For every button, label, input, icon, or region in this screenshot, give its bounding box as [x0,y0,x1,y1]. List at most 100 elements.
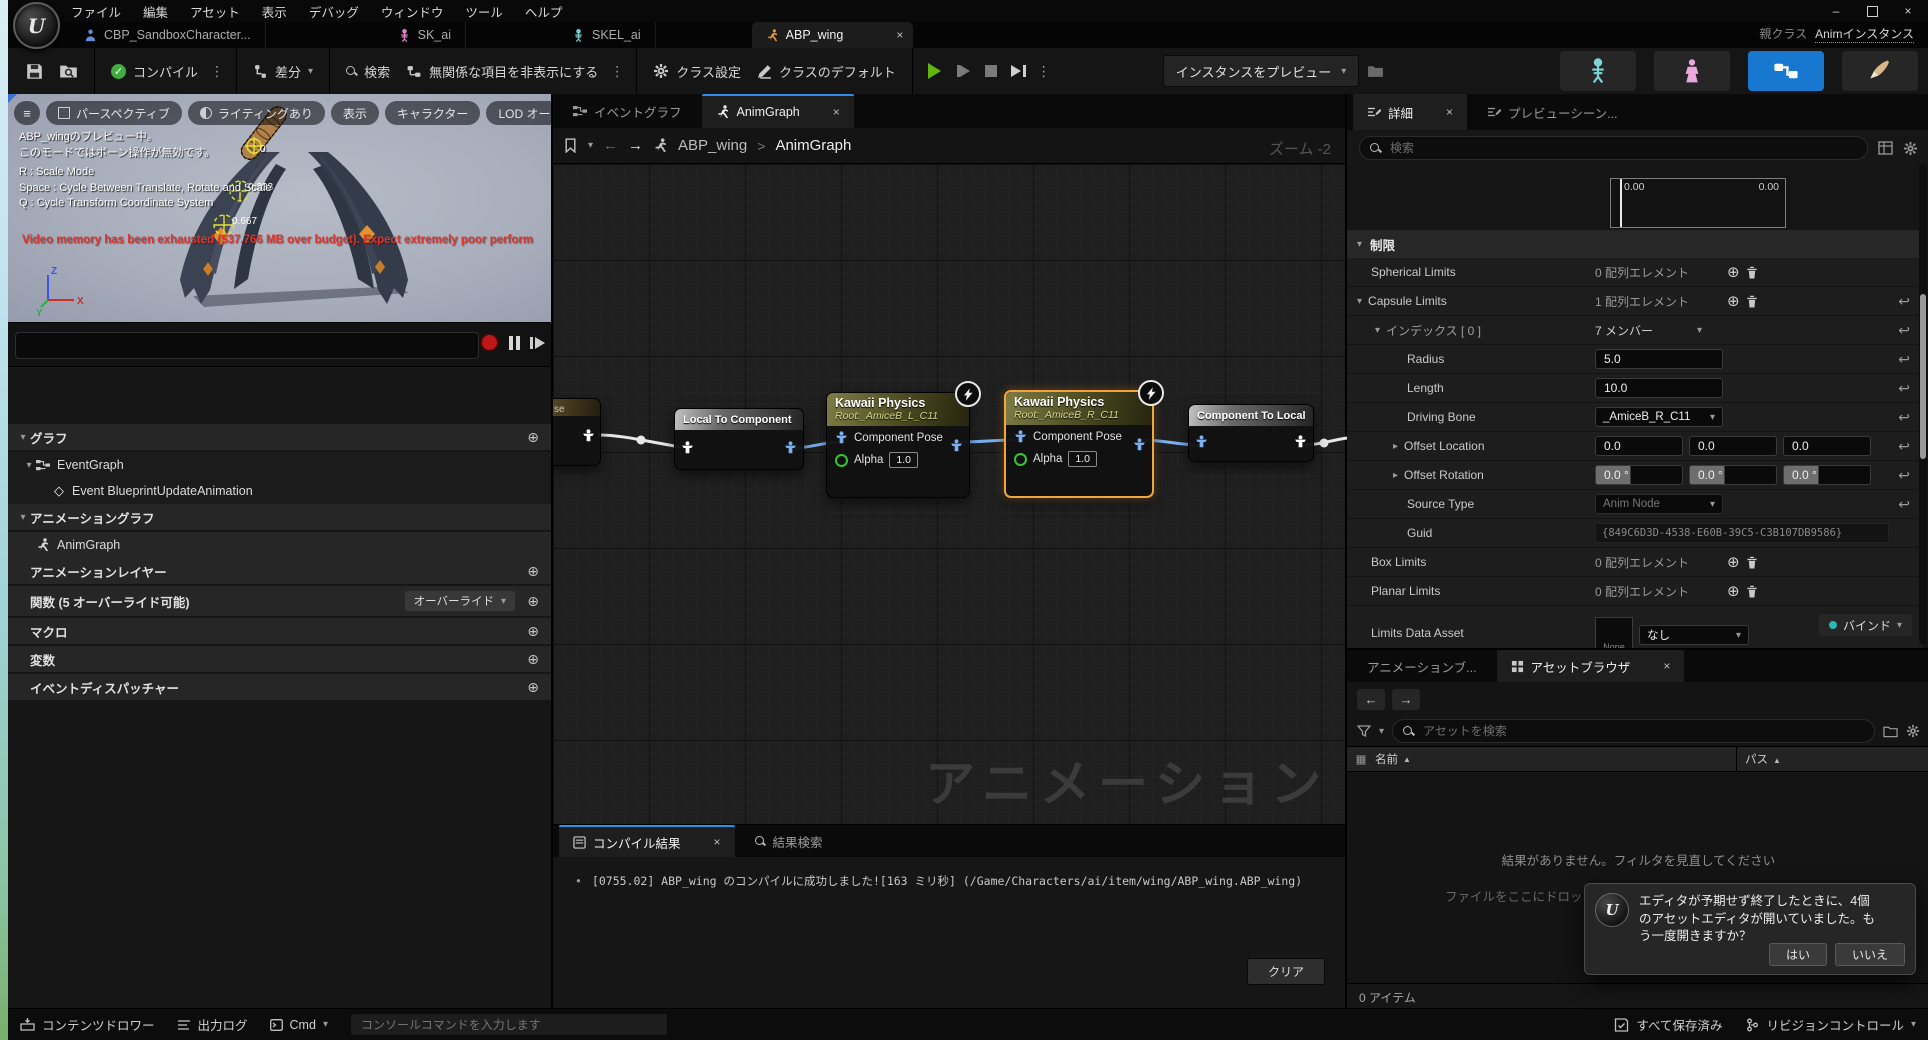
offset-location-x[interactable] [1595,436,1683,456]
tab-animgraph[interactable]: AnimGraph × [702,94,854,128]
node-local-to-component[interactable]: Local To Component [674,408,804,470]
row-spherical-limits[interactable]: Spherical Limits 0 配列エレメント ⊕ [1347,258,1922,287]
driving-bone-combo[interactable]: _AmiceB_R_C11▾ [1595,407,1723,427]
menu-help[interactable]: ヘルプ [514,2,574,21]
pose-pin-out[interactable] [784,441,797,454]
physics-asset-family-button[interactable] [1842,51,1918,91]
radius-input[interactable] [1595,349,1723,369]
tab-details[interactable]: 詳細 × [1353,94,1467,130]
save-button[interactable] [18,63,51,80]
hide-unrelated-button[interactable]: 無関係な項目を非表示にする [398,62,606,81]
reset-icon[interactable]: ↩ [1898,380,1910,397]
reset-icon[interactable]: ↩ [1898,293,1910,310]
skeletal-mesh-family-button[interactable] [1654,51,1730,91]
tab-find-results[interactable]: 結果検索 [741,825,837,857]
reset-icon[interactable]: ↩ [1898,322,1910,339]
menu-debug[interactable]: デバッグ [298,2,370,21]
animgraph-canvas[interactable]: アニメーション se Local To [553,164,1347,824]
step-forward-button[interactable] [530,337,545,349]
frame-skip-button[interactable] [951,59,975,83]
add-function-icon[interactable]: ⊕ [527,593,539,610]
browse-asset-button[interactable] [51,63,86,79]
tab-preview-scene[interactable]: プレビューシーン... [1473,94,1632,130]
pose-pin-in[interactable] [681,441,694,454]
viewport-menu-icon[interactable]: ≡ [14,101,40,125]
row-index-0[interactable]: ▾インデックス [ 0 ] 7 メンバー▾ ↩ [1347,316,1922,345]
row-source-type[interactable]: Source Type Anim Node▾ ↩ [1347,490,1922,519]
path-column-header[interactable]: パス▲ [1737,751,1928,767]
clear-array-trash-icon[interactable] [1746,585,1758,598]
add-dispatcher-icon[interactable]: ⊕ [527,679,539,696]
add-layer-icon[interactable]: ⊕ [527,563,539,580]
details-scrollbar[interactable] [1919,164,1927,644]
minimize-button[interactable]: – [1820,1,1852,21]
section-macros[interactable]: マクロ ⊕ [8,618,551,644]
menu-asset[interactable]: アセット [179,2,251,21]
name-column-header[interactable]: 名前 [1375,751,1398,767]
reset-icon[interactable]: ↩ [1898,438,1910,455]
toast-no-button[interactable]: いいえ [1835,943,1905,966]
show-pill[interactable]: 表示 [331,101,379,125]
clear-button[interactable]: クリア [1247,958,1325,985]
limits-asset-combo[interactable]: なし▾ [1639,625,1749,645]
compile-button[interactable]: ✓ コンパイル [103,62,206,81]
node-kawaii-physics-right[interactable]: Kawaii Physics Root:_AmiceB_R_C11 Compon… [1004,390,1154,498]
filter-icon[interactable] [1357,725,1371,737]
skeleton-family-button[interactable] [1560,51,1636,91]
character-pill[interactable]: キャラクター [385,101,481,125]
console-command-box[interactable] [350,1013,668,1036]
save-status-button[interactable]: すべて保存済み [1614,1015,1722,1034]
asset-search[interactable] [1392,719,1875,743]
row-planar-limits[interactable]: Planar Limits 0 配列エレメント ⊕ [1347,577,1922,606]
add-macro-icon[interactable]: ⊕ [527,623,539,640]
add-graph-icon[interactable]: ⊕ [527,429,539,446]
offset-rotation-y[interactable] [1689,465,1777,485]
clear-array-trash-icon[interactable] [1746,556,1758,569]
browser-settings-gear-icon[interactable] [1906,724,1920,738]
forward-button[interactable]: → [1392,689,1420,710]
maximize-button[interactable] [1856,1,1888,21]
close-window-button[interactable]: × [1892,1,1924,21]
reset-icon[interactable]: ↩ [1898,496,1910,513]
breadcrumb-root[interactable]: ABP_wing [678,137,747,154]
close-tab-icon[interactable]: × [896,28,903,42]
node-partial-left[interactable]: se [553,398,601,466]
clear-array-trash-icon[interactable] [1746,266,1758,279]
back-button[interactable]: ← [1357,689,1385,710]
menu-tools[interactable]: ツール [454,2,514,21]
tab-abp-wing[interactable]: ABP_wing × [752,22,914,48]
compile-log-line[interactable]: •[0755.02] ABP_wing のコンパイルに成功しました![163 ミ… [575,873,1302,889]
clear-array-trash-icon[interactable] [1746,295,1758,308]
offset-rotation-x[interactable] [1595,465,1683,485]
offset-rotation-z[interactable] [1783,465,1871,485]
alpha-pin[interactable] [1014,453,1027,466]
section-animation-graphs[interactable]: ▾アニメーショングラフ [8,504,551,530]
forward-icon[interactable]: → [628,137,643,154]
add-element-icon[interactable]: ⊕ [1727,582,1740,600]
parent-class-link[interactable]: Animインスタンス [1815,27,1914,43]
add-variable-icon[interactable]: ⊕ [527,651,539,668]
bookmark-icon[interactable] [563,138,578,153]
row-offset-location[interactable]: ▸Offset Location ↩ [1347,432,1922,461]
bind-dropdown[interactable]: バインド ▾ [1819,614,1912,636]
anim-blueprint-family-button[interactable] [1748,51,1824,91]
add-element-icon[interactable]: ⊕ [1727,292,1740,310]
section-graphs[interactable]: ▾グラフ ⊕ [8,424,551,450]
folder-view-icon[interactable] [1883,725,1898,738]
menu-file[interactable]: ファイル [60,2,132,21]
reset-icon[interactable]: ↩ [1898,467,1910,484]
pause-button[interactable] [509,336,520,350]
preview-viewport[interactable]: 0 0.333 0.667 Z X Y ≡ パースペクティブ ライティングあり … [8,94,551,322]
add-element-icon[interactable]: ⊕ [1727,263,1740,281]
node-component-to-local[interactable]: Component To Local [1188,404,1314,462]
tree-item-animgraph[interactable]: AnimGraph [8,532,551,558]
row-box-limits[interactable]: Box Limits 0 配列エレメント ⊕ [1347,548,1922,577]
revision-control-button[interactable]: リビジョンコントロール ▾ [1746,1015,1916,1034]
length-input[interactable] [1595,378,1723,398]
row-driving-bone[interactable]: Driving Bone _AmiceB_R_C11▾ ↩ [1347,403,1922,432]
details-search[interactable] [1359,136,1868,160]
class-settings-button[interactable]: クラス設定 [645,62,749,81]
diff-button[interactable]: 差分 ▾ [245,62,321,81]
find-button[interactable]: 検索 [338,62,398,81]
perspective-pill[interactable]: パースペクティブ [46,101,182,125]
